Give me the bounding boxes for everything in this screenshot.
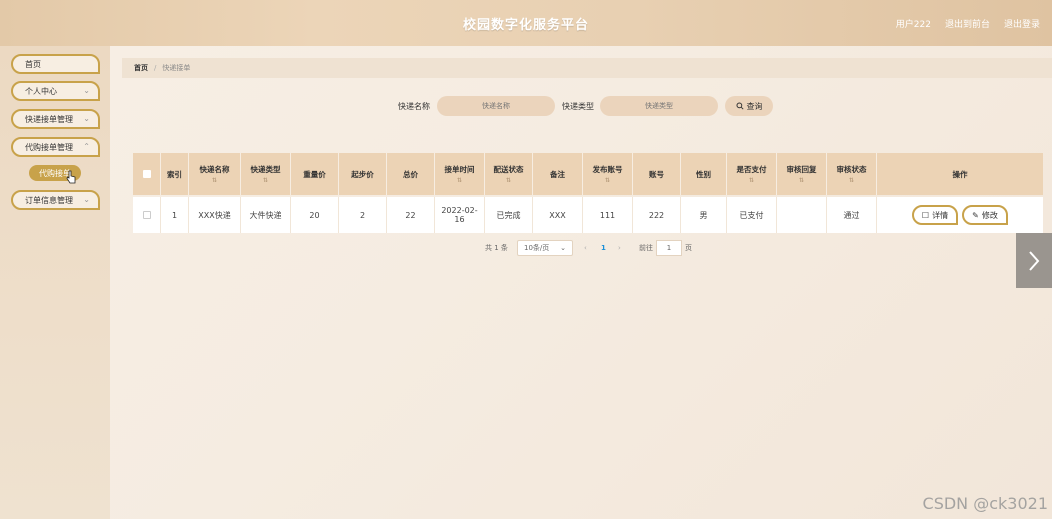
- sort-icon: ⇅: [505, 177, 512, 184]
- cell-remark: XXX: [533, 197, 583, 233]
- col-header: 操作: [952, 169, 968, 179]
- next-page-icon[interactable]: ›: [618, 240, 621, 256]
- col-header[interactable]: 配送状态 ⇅: [485, 153, 533, 195]
- sidebar-item-order-info[interactable]: 订单信息管理 ⌄: [11, 190, 100, 210]
- sidebar-item-personal-center[interactable]: 个人中心 ⌄: [11, 81, 100, 101]
- prev-page-icon[interactable]: ‹: [584, 240, 587, 256]
- col-header[interactable]: 审核状态 ⇅: [827, 153, 877, 195]
- cell-status: 已完成: [485, 197, 533, 233]
- exit-to-frontend-link[interactable]: 退出到前台: [945, 17, 990, 30]
- breadcrumb: 首页 / 快递接单: [122, 58, 1052, 78]
- page-number[interactable]: 1: [601, 240, 606, 256]
- table-header: 索引 快递名称 ⇅ 快递类型 ⇅ 重量价 起步价 总价 接单时间 ⇅ 配送状态 ⇅ 备注…: [133, 153, 1043, 195]
- col-header[interactable]: 账号: [633, 153, 681, 195]
- hand-cursor-icon: [66, 170, 76, 184]
- sidebar-item-home[interactable]: 首页: [11, 54, 100, 74]
- cell-publisher: 111: [583, 197, 633, 233]
- main-content: 首页 / 快递接单 快递名称 快递类型 查询 索引 快递名称⇅ 快递类型⇅ 重量…: [110, 46, 1052, 519]
- select-all-cell: [133, 153, 161, 195]
- breadcrumb-separator: /: [154, 64, 157, 72]
- breadcrumb-home[interactable]: 首页: [134, 63, 148, 73]
- sidebar-item-label: 个人中心: [25, 86, 57, 96]
- cell-weight-price: 20: [291, 197, 339, 233]
- total-count: 共 1 条: [485, 244, 508, 252]
- col-header[interactable]: 起步价: [339, 153, 387, 195]
- select-all-checkbox[interactable]: [142, 170, 151, 178]
- cell-total: 22: [387, 197, 435, 233]
- chevron-down-icon: ⌄: [560, 244, 566, 252]
- next-slide-arrow[interactable]: [1016, 233, 1052, 288]
- col-header[interactable]: 总价: [387, 153, 435, 195]
- pagination: 共 1 条 10条/页 ⌄ ‹ 1 › 前往 1 页: [110, 240, 1052, 256]
- header-actions: 用户222 退出到前台 退出登录: [896, 17, 1040, 30]
- sort-icon: ⇅: [748, 177, 755, 184]
- cell-actions: ☐ 详情 ✎ 修改: [877, 197, 1043, 233]
- chevron-up-icon: ⌃: [83, 142, 90, 151]
- detail-icon: ☐: [921, 210, 930, 220]
- col-header[interactable]: 备注: [533, 153, 583, 195]
- col-header[interactable]: 索引: [161, 153, 189, 195]
- col-header[interactable]: 接单时间 ⇅: [435, 153, 485, 195]
- name-search-label: 快递名称: [398, 102, 430, 111]
- type-search-input[interactable]: [600, 96, 718, 116]
- sort-icon: ⇅: [604, 177, 611, 184]
- watermark: CSDN @ck3021: [922, 494, 1048, 513]
- search-icon: [735, 102, 744, 110]
- cell-review: 通过: [827, 197, 877, 233]
- sidebar-item-purchase-orders[interactable]: 代购接单管理 ⌃: [11, 137, 100, 157]
- cell-type: 大件快递: [241, 197, 291, 233]
- query-button[interactable]: 查询: [725, 96, 773, 116]
- sidebar-item-express-orders[interactable]: 快递接单管理 ⌄: [11, 109, 100, 129]
- sidebar-item-label: 首页: [25, 59, 41, 69]
- cell-time: 2022-02- 16: [435, 197, 485, 233]
- col-header[interactable]: 重量价: [291, 153, 339, 195]
- name-search-input[interactable]: [437, 96, 555, 116]
- breadcrumb-current: 快递接单: [162, 64, 191, 72]
- search-bar: 快递名称 快递类型 查询: [110, 96, 1052, 116]
- sort-icon: ⇅: [262, 177, 269, 184]
- sort-icon: ⇅: [456, 177, 463, 184]
- sidebar-item-label: 代购接单管理: [25, 142, 73, 152]
- col-header[interactable]: 快递名称 ⇅: [189, 153, 241, 195]
- col-header[interactable]: 快递类型 ⇅: [241, 153, 291, 195]
- col-header[interactable]: 发布账号 ⇅: [583, 153, 633, 195]
- cell-account: 222: [633, 197, 681, 233]
- query-button-label: 查询: [746, 101, 763, 111]
- row-checkbox[interactable]: [142, 211, 151, 219]
- logout-link[interactable]: 退出登录: [1004, 17, 1040, 30]
- app-title: 校园数字化服务平台: [462, 18, 589, 33]
- col-header[interactable]: 审核回复 ⇅: [777, 153, 827, 195]
- row-select-cell: [133, 197, 161, 233]
- sidebar-item-label: 快递接单管理: [25, 114, 73, 124]
- cell-start-price: 2: [339, 197, 387, 233]
- goto-page-input[interactable]: 1: [656, 240, 682, 256]
- sort-icon: ⇅: [798, 177, 805, 184]
- sort-icon: ⇅: [848, 177, 855, 184]
- top-header: 校园数字化服务平台 用户222 退出到前台 退出登录: [0, 0, 1052, 46]
- cell-name: XXX快递: [189, 197, 241, 233]
- table-row: 1 XXX快递 大件快递 20 2 22 2022-02- 16 已完成 XXX …: [133, 197, 1043, 233]
- chevron-down-icon: ⌄: [83, 114, 90, 123]
- cell-index: 1: [161, 197, 189, 233]
- type-search-label: 快递类型: [562, 102, 594, 111]
- chevron-down-icon: ⌄: [83, 195, 90, 204]
- sort-icon: ⇅: [211, 177, 218, 184]
- goto-label: 前往: [639, 244, 653, 252]
- chevron-down-icon: ⌄: [83, 86, 90, 95]
- col-header[interactable]: 是否支付 ⇅: [727, 153, 777, 195]
- chevron-right-icon: [1029, 250, 1040, 271]
- edit-icon: ✎: [972, 210, 979, 220]
- edit-button[interactable]: ✎ 修改: [962, 205, 1008, 225]
- page-unit: 页: [685, 244, 692, 252]
- cell-reply: [777, 197, 827, 233]
- user-name: 用户222: [895, 20, 931, 30]
- sidebar-item-label: 订单信息管理: [25, 195, 73, 205]
- page-size-select[interactable]: 10条/页 ⌄: [517, 240, 573, 256]
- detail-button[interactable]: ☐ 详情: [912, 205, 958, 225]
- cell-paid: 已支付: [727, 197, 777, 233]
- cell-gender: 男: [681, 197, 727, 233]
- col-header[interactable]: 性别: [681, 153, 727, 195]
